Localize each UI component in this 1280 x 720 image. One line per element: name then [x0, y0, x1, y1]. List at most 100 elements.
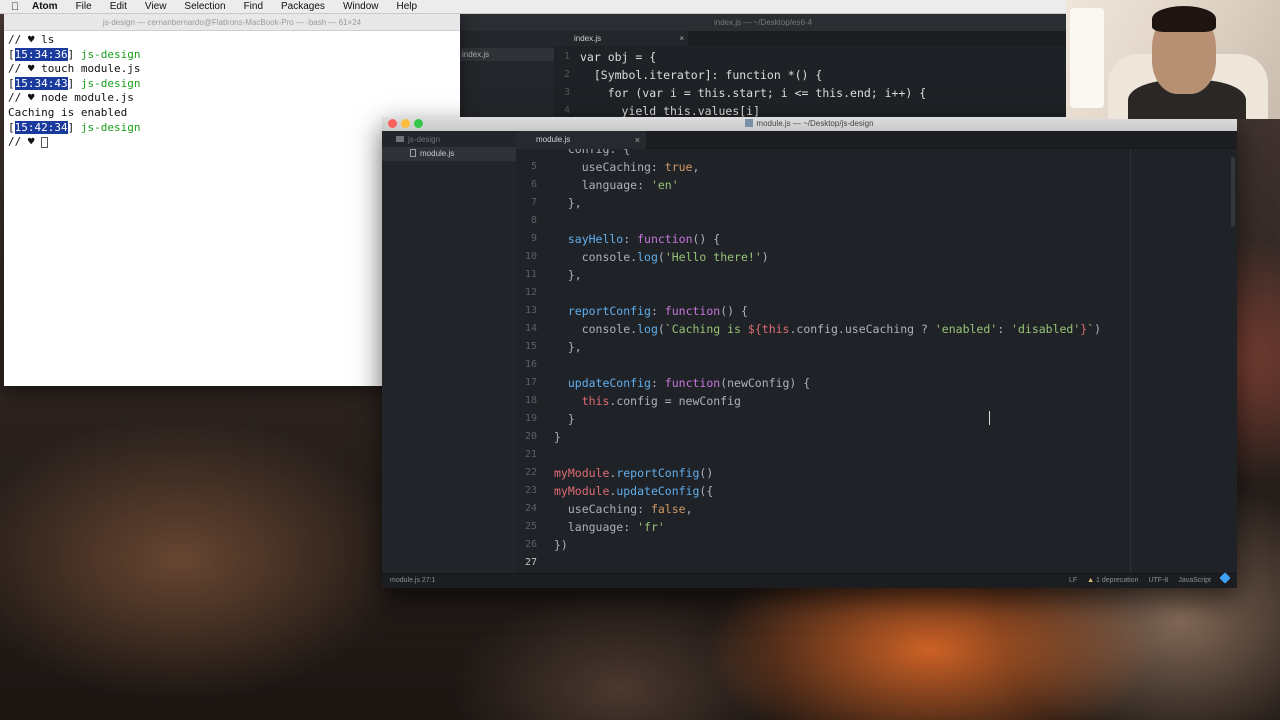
tab-label: module.js [536, 135, 571, 144]
line-number: 15 [524, 341, 537, 352]
code-token: false [650, 502, 686, 516]
code-line: 16 [516, 356, 1101, 374]
menu-find[interactable]: Find [235, 0, 272, 14]
menu-packages[interactable]: Packages [272, 0, 334, 14]
code-token: () { [692, 232, 721, 246]
menu-file[interactable]: File [67, 0, 101, 14]
code-line: 14 console.log(`Caching is ${this.config… [516, 320, 1101, 338]
code-editor[interactable]: 1 var obj = { 2 [Symbol.iterator]: functi… [554, 48, 1066, 120]
code-token: ( [657, 250, 665, 264]
code-token: .config.useCaching ? [789, 322, 935, 336]
status-cursor-position[interactable]: 27:1 [422, 577, 436, 584]
code-line: 18 this.config = newConfig [516, 392, 1101, 410]
atom-window-index-js[interactable]: index.js — ~/Desktop/es6-4 index.js inde… [460, 14, 1066, 118]
line-number: 8 [530, 215, 537, 226]
code-line: 26}) [516, 536, 1101, 554]
tree-item-index-js[interactable]: index.js [460, 48, 554, 61]
line-number: 16 [524, 359, 537, 370]
menu-help[interactable]: Help [388, 0, 427, 14]
line-number: 11 [524, 269, 537, 280]
code-line: 1 var obj = { [563, 50, 657, 64]
code-line: 17 updateConfig: function(newConfig) { [516, 374, 1101, 392]
close-tab-icon[interactable]: × [679, 31, 684, 46]
line-number: 14 [524, 323, 537, 334]
file-icon [410, 149, 416, 157]
status-file-name[interactable]: module.js [390, 577, 420, 584]
line-text: myModule.reportConfig() [554, 464, 713, 482]
webcam-person-hair [1152, 6, 1216, 32]
tab-bar: module.js × [516, 131, 1237, 149]
tree-root-folder[interactable]: js-design [382, 131, 516, 147]
status-encoding[interactable]: UTF-8 [1148, 574, 1168, 588]
code-token: , [685, 502, 693, 516]
window-titlebar[interactable]: module.js — ~/Desktop/js-design [382, 117, 1237, 131]
close-tab-icon[interactable]: × [635, 131, 640, 149]
code-token: : [997, 322, 1012, 336]
code-token: this [554, 394, 610, 408]
code-token: }, [554, 340, 582, 354]
line-text: myModule.updateConfig({ [554, 482, 713, 500]
status-line-ending[interactable]: LF [1069, 574, 1077, 588]
code-editor[interactable]: config: {5 useCaching: true, 6 language: … [516, 149, 1237, 573]
terminal-line: [15:34:36] js-design [8, 47, 141, 61]
code-token: myModule [554, 466, 610, 480]
atom-window-module-js[interactable]: module.js — ~/Desktop/js-design js-desig… [382, 117, 1237, 588]
code-token: this [761, 322, 790, 336]
zoom-window-button[interactable] [414, 119, 423, 128]
line-text: language: 'fr' [554, 518, 665, 536]
webcam-lamp [1070, 8, 1104, 108]
terminal-title: js-design — cernanbernardo@Flatirons-Mac… [4, 14, 460, 31]
line-number: 18 [524, 395, 537, 406]
code-token: : [650, 304, 665, 318]
webcam-overlay [1066, 0, 1280, 119]
close-window-button[interactable] [388, 119, 397, 128]
code-line: 21 [516, 446, 1101, 464]
line-text: language: 'en' [554, 176, 679, 194]
apple-menu-icon[interactable]:  [0, 1, 30, 13]
code-line: 6 language: 'en' [516, 176, 1101, 194]
menu-view[interactable]: View [136, 0, 176, 14]
line-number: 9 [530, 233, 537, 244]
code-token: updateConfig [554, 376, 651, 390]
code-line: 11 }, [516, 266, 1101, 284]
line-text: updateConfig: function(newConfig) { [554, 374, 810, 392]
line-number: 5 [530, 161, 537, 172]
code-token: : [650, 376, 665, 390]
code-line: 13 reportConfig: function() { [516, 302, 1101, 320]
line-number: 25 [524, 521, 537, 532]
code-line: 19 } [516, 410, 1101, 428]
menu-edit[interactable]: Edit [101, 0, 136, 14]
tab-index-js[interactable]: index.js × [554, 31, 688, 46]
code-token: 'fr' [637, 520, 665, 534]
line-text: config: { [554, 149, 630, 158]
tab-module-js[interactable]: module.js × [516, 131, 646, 149]
editor-scrollbar[interactable] [1231, 157, 1235, 227]
line-number: 24 [524, 503, 537, 514]
tree-view: index.js [460, 31, 554, 118]
line-text: } [554, 410, 575, 428]
timestamp: 15:42:34 [14, 120, 68, 134]
menu-selection[interactable]: Selection [175, 0, 234, 14]
code-token: (newConfig) { [720, 376, 811, 390]
line-text: }) [554, 536, 568, 554]
minimize-window-button[interactable] [401, 119, 410, 128]
status-grammar[interactable]: JavaScript [1178, 574, 1211, 588]
status-deprecation[interactable]: ▲ 1 deprecation [1087, 574, 1138, 588]
folder-icon [396, 136, 404, 142]
code-token: 'en' [650, 178, 679, 192]
window-title: index.js — ~/Desktop/es6-4 [460, 14, 1066, 31]
code-token: log [637, 322, 658, 336]
code-line: 15 }, [516, 338, 1101, 356]
menu-window[interactable]: Window [334, 0, 388, 14]
code-token: language: [554, 178, 651, 192]
line-number: 26 [524, 539, 537, 550]
tree-item-module-js[interactable]: module.js [382, 147, 516, 161]
menu-app-name[interactable]: Atom [30, 0, 67, 14]
code-line: 23 myModule.updateConfig({ [516, 482, 1101, 500]
code-token: true [664, 160, 693, 174]
github-sync-icon[interactable] [1219, 572, 1231, 584]
code-token: }, [554, 196, 582, 210]
code-line: 7 }, [516, 194, 1101, 212]
code-line: 2 [Symbol.iterator]: function *() { [563, 68, 823, 82]
timestamp: 15:34:43 [14, 76, 68, 90]
